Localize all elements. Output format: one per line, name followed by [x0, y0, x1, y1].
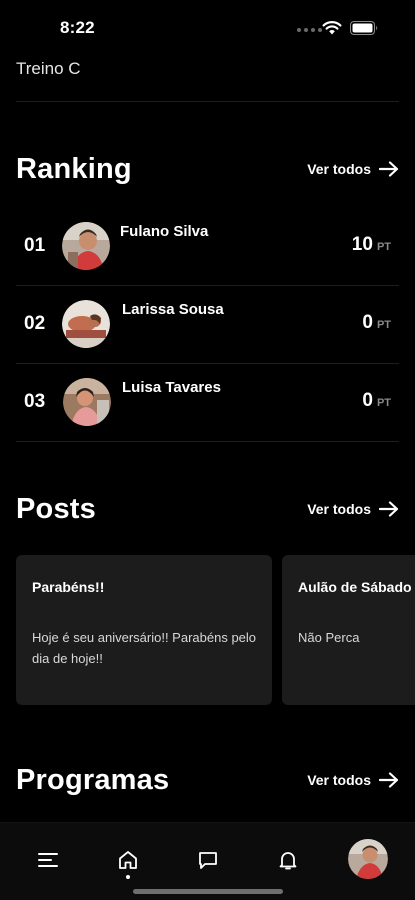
- arrow-right-icon: [379, 501, 399, 517]
- ranking-title: Ranking: [16, 153, 132, 185]
- rank-score: 0 PT: [362, 390, 391, 412]
- chat-icon: [199, 852, 217, 869]
- points-unit: PT: [376, 319, 391, 331]
- points-unit: PT: [376, 241, 391, 253]
- see-all-label: Ver todos: [307, 501, 371, 517]
- rank-points: 10: [351, 234, 373, 255]
- avatar: [62, 222, 110, 270]
- rank-points: 0: [362, 312, 373, 333]
- menu-button[interactable]: [35, 847, 61, 873]
- menu-icon: [38, 853, 58, 867]
- ranking-row[interactable]: 03 Luisa Tavares 0 PT: [16, 364, 399, 442]
- rank-position: 02: [24, 313, 46, 334]
- ranking-row[interactable]: 01 Fulano Silva 10 PT: [16, 208, 399, 286]
- post-body: Não Perca: [298, 630, 360, 645]
- arrow-right-icon: [379, 161, 399, 177]
- points-unit: PT: [376, 397, 391, 409]
- see-all-label: Ver todos: [307, 161, 371, 177]
- chat-button[interactable]: [195, 847, 221, 873]
- post-card[interactable]: Aulão de Sábado Não Perca: [282, 555, 415, 705]
- see-all-label: Ver todos: [307, 772, 371, 788]
- post-title: Parabéns!!: [32, 579, 105, 595]
- rank-score: 0 PT: [362, 312, 391, 334]
- avatar: [63, 378, 111, 426]
- signal-dots-icon: [297, 28, 322, 32]
- rank-position: 03: [24, 391, 46, 412]
- rank-name: Larissa Sousa: [122, 301, 224, 318]
- rank-score: 10 PT: [352, 234, 391, 256]
- wifi-icon: [322, 21, 342, 35]
- posts-title: Posts: [16, 493, 96, 525]
- post-card[interactable]: Parabéns!! Hoje é seu aniversário!! Para…: [16, 555, 272, 705]
- status-bar: 8:22: [0, 0, 415, 52]
- post-body: Hoje é seu aniversário!! Parabéns pelo d…: [32, 630, 257, 666]
- divider: [16, 101, 399, 102]
- avatar: [62, 300, 110, 348]
- rank-points: 0: [362, 390, 373, 411]
- rank-name: Luisa Tavares: [122, 379, 221, 396]
- notifications-button[interactable]: [275, 847, 301, 873]
- home-icon: [119, 851, 137, 869]
- home-indicator: [133, 889, 283, 894]
- post-title: Aulão de Sábado: [298, 579, 412, 595]
- bottom-nav-bar: [0, 822, 415, 900]
- arrow-right-icon: [379, 772, 399, 788]
- profile-avatar[interactable]: [348, 839, 388, 879]
- posts-see-all-button[interactable]: Ver todos: [307, 501, 399, 517]
- home-button[interactable]: [115, 847, 141, 873]
- ranking-see-all-button[interactable]: Ver todos: [307, 161, 399, 177]
- programs-title: Programas: [16, 764, 170, 796]
- programs-see-all-button[interactable]: Ver todos: [307, 772, 399, 788]
- battery-icon: [350, 21, 378, 35]
- posts-carousel[interactable]: Parabéns!! Hoje é seu aniversário!! Para…: [16, 555, 415, 705]
- ranking-row[interactable]: 02 Larissa Sousa 0 PT: [16, 286, 399, 364]
- rank-name: Fulano Silva: [120, 223, 209, 240]
- bell-icon: [279, 852, 297, 870]
- workout-list-item[interactable]: Treino C: [16, 59, 81, 79]
- rank-position: 01: [24, 235, 46, 256]
- active-indicator: [126, 875, 130, 879]
- status-time: 8:22: [60, 18, 95, 37]
- app-screen: 8:22 Treino C Ranking Ver todos 01 Fulan…: [0, 0, 415, 900]
